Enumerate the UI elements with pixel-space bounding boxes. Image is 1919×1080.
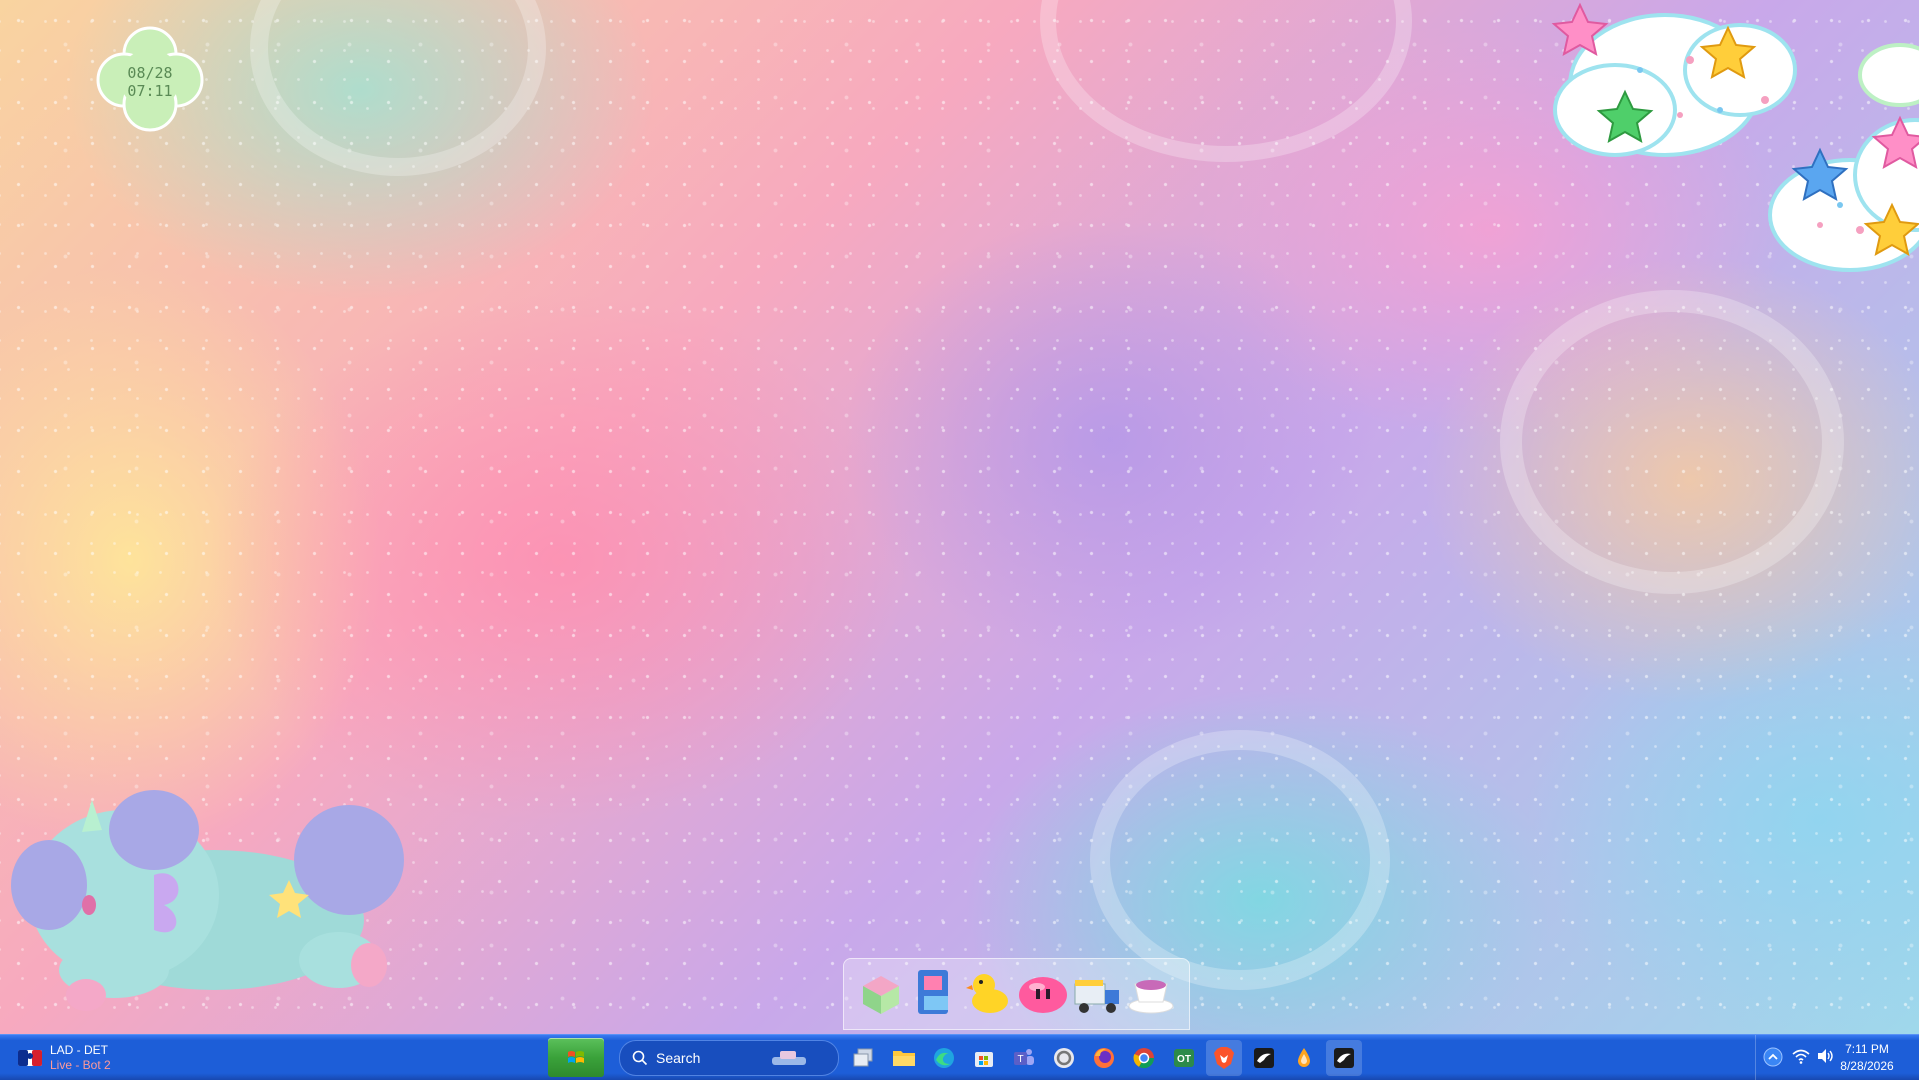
sports-score-widget[interactable]: LAD - DET Live - Bot 2 [18, 1041, 111, 1075]
file-explorer-icon [893, 1051, 915, 1066]
drop-app-icon [1298, 1048, 1310, 1067]
teams-icon: T [1014, 1049, 1034, 1065]
store-button[interactable] [966, 1040, 1002, 1076]
clock-time[interactable]: 7:11 PM [1826, 1042, 1908, 1056]
firefox-icon [1094, 1048, 1114, 1068]
crow-app-button[interactable] [1246, 1040, 1282, 1076]
desktop-wallpaper: 08/28 07:11 [0, 0, 1919, 1034]
svg-text:OT: OT [1177, 1054, 1191, 1065]
wallpaper-swirl [1500, 290, 1844, 594]
teams-button[interactable]: T [1006, 1040, 1042, 1076]
dock-item-truck[interactable] [1070, 963, 1124, 1021]
ot-app-button[interactable]: OT [1166, 1040, 1202, 1076]
file-explorer-button[interactable] [886, 1040, 922, 1076]
wallpaper-swirl [1090, 730, 1390, 990]
edge-button[interactable] [926, 1040, 962, 1076]
start-button[interactable] [548, 1038, 604, 1077]
show-hidden-icons-button[interactable] [1763, 1047, 1783, 1067]
taskbar: LAD - DET Live - Bot 2 Search T OT 7:11 … [0, 1034, 1919, 1080]
svg-text:T: T [1017, 1054, 1023, 1065]
dock-item-pink-blob[interactable] [1016, 963, 1070, 1021]
gift-box-icon [863, 976, 899, 1014]
ring-app-icon [1054, 1048, 1074, 1068]
store-icon [975, 1052, 993, 1067]
clover-time: 07:11 [127, 82, 173, 100]
pink-blob-icon [1019, 977, 1067, 1013]
clover-clock-widget[interactable]: 08/28 07:11 [96, 26, 204, 132]
search-icon [632, 1050, 648, 1066]
widget-title: LAD - DET [50, 1043, 109, 1057]
task-view-button[interactable] [845, 1040, 881, 1076]
search-input[interactable]: Search [619, 1040, 839, 1076]
widget-subtitle: Live - Bot 2 [50, 1058, 111, 1072]
ot-app-icon: OT [1174, 1049, 1194, 1067]
dock-item-rubber-duck[interactable] [962, 963, 1016, 1021]
app-dock [843, 958, 1190, 1030]
wifi-button[interactable] [1792, 1048, 1810, 1069]
crow-app-active-icon [1334, 1048, 1354, 1068]
drop-app-button[interactable] [1286, 1040, 1322, 1076]
chevron-up-icon [1763, 1047, 1783, 1067]
truck-icon [1074, 980, 1119, 1013]
cabinet-icon [918, 970, 948, 1014]
firefox-button[interactable] [1086, 1040, 1122, 1076]
wifi-icon [1792, 1049, 1810, 1064]
teacup-icon [1128, 980, 1174, 1014]
chrome-button[interactable] [1126, 1040, 1162, 1076]
tray-divider [1755, 1035, 1756, 1080]
clock-date[interactable]: 8/28/2026 [1826, 1059, 1908, 1073]
brave-button[interactable] [1206, 1040, 1242, 1076]
crow-app-active-button[interactable] [1326, 1040, 1362, 1076]
dock-item-gift-box[interactable] [854, 963, 908, 1021]
dock-item-teacup[interactable] [1124, 963, 1178, 1021]
search-highlight-icon [772, 1051, 807, 1065]
windows-logo-icon [568, 1050, 584, 1063]
mlb-logo-icon [18, 1050, 42, 1066]
clover-date: 08/28 [127, 64, 173, 82]
rubber-duck-icon [966, 974, 1008, 1013]
edge-icon [934, 1048, 954, 1068]
cloud-stars-sticker [1551, 2, 1919, 272]
task-view-icon [853, 1048, 873, 1067]
brave-icon [1214, 1047, 1234, 1069]
dock-item-cabinet[interactable] [908, 963, 962, 1021]
search-placeholder: Search [656, 1050, 701, 1066]
unicorn-plush-sticker [11, 790, 404, 1011]
crow-app-icon [1254, 1048, 1274, 1068]
ring-app-button[interactable] [1046, 1040, 1082, 1076]
chrome-icon [1133, 1048, 1155, 1069]
